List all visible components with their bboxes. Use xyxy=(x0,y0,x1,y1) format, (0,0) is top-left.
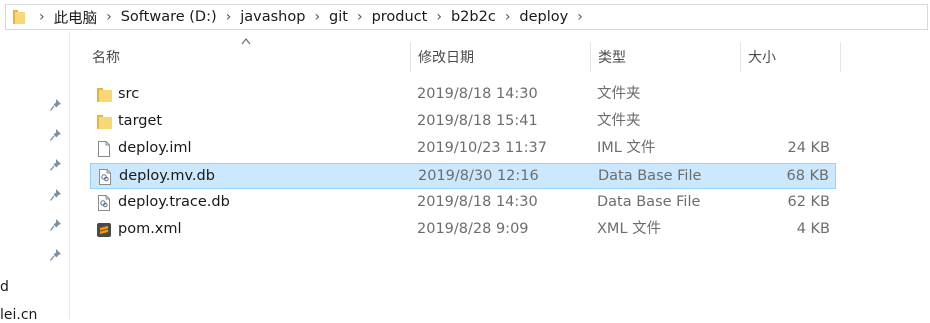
file-type: IML 文件 xyxy=(597,140,656,156)
file-row[interactable]: target 2019/8/18 15:41 文件夹 xyxy=(90,109,836,135)
file-date: 2019/8/30 12:16 xyxy=(418,168,539,184)
pin-icon[interactable] xyxy=(49,158,63,172)
breadcrumb: › 此电脑 › Software (D:) › javashop › git › product ›… xyxy=(32,5,590,29)
file-type: XML 文件 xyxy=(597,221,662,237)
file-name: pom.xml xyxy=(118,221,182,237)
file-type: 文件夹 xyxy=(597,113,641,129)
column-header-date[interactable]: 修改日期 xyxy=(418,42,590,72)
breadcrumb-item[interactable]: › Software (D:) xyxy=(99,5,219,29)
chevron-right-icon[interactable]: › xyxy=(429,9,449,25)
column-label: 大小 xyxy=(748,50,776,66)
file-name: deploy.iml xyxy=(118,140,192,156)
breadcrumb-item[interactable]: › product xyxy=(350,5,429,29)
breadcrumb-item[interactable]: › 此电脑 xyxy=(32,5,99,29)
file-name: deploy.mv.db xyxy=(119,168,215,184)
nav-item-partial[interactable]: lei.cn xyxy=(0,307,37,323)
breadcrumb-label: 此电脑 xyxy=(53,10,98,27)
column-label: 类型 xyxy=(598,50,626,66)
file-type: Data Base File xyxy=(598,168,702,184)
file-size: 4 KB xyxy=(796,221,830,237)
chevron-right-icon[interactable]: › xyxy=(99,9,119,25)
column-label: 修改日期 xyxy=(418,50,474,66)
breadcrumb-label: product xyxy=(371,9,428,25)
file-size: 68 KB xyxy=(786,168,829,184)
file-row[interactable]: deploy.iml 2019/10/23 11:37 IML 文件 24 KB xyxy=(90,136,836,162)
breadcrumb-item[interactable]: › deploy xyxy=(498,5,570,29)
column-header-size[interactable]: 大小 xyxy=(748,42,840,72)
file-row[interactable]: deploy.trace.db 2019/8/18 14:30 Data Base … xyxy=(90,190,836,216)
file-date: 2019/10/23 11:37 xyxy=(417,140,547,156)
file-date: 2019/8/18 14:30 xyxy=(417,86,538,102)
file-row[interactable]: deploy.mv.db 2019/8/30 12:16 Data Base Fil… xyxy=(90,163,836,189)
column-divider[interactable] xyxy=(740,42,741,72)
chevron-right-icon[interactable]: › xyxy=(570,9,590,25)
breadcrumb-label: Software (D:) xyxy=(120,9,217,25)
file-size: 62 KB xyxy=(787,194,830,210)
chevron-right-icon[interactable]: › xyxy=(219,9,239,25)
column-header-type[interactable]: 类型 xyxy=(598,42,740,72)
file-date: 2019/8/28 9:09 xyxy=(417,221,529,237)
file-type: 文件夹 xyxy=(597,86,641,102)
column-divider[interactable] xyxy=(410,42,411,72)
chevron-right-icon[interactable]: › xyxy=(498,9,518,25)
breadcrumb-label: b2b2c xyxy=(450,9,496,25)
file-name: target xyxy=(118,113,163,129)
file-row[interactable]: src 2019/8/18 14:30 文件夹 xyxy=(90,82,836,108)
file-name: src xyxy=(118,86,140,102)
file-size: 24 KB xyxy=(787,140,830,156)
pin-icon[interactable] xyxy=(49,98,63,112)
breadcrumb-label: javashop xyxy=(240,9,306,25)
address-bar[interactable]: › 此电脑 › Software (D:) › javashop › git › product ›… xyxy=(5,4,928,30)
pin-icon[interactable] xyxy=(49,248,63,262)
column-header-name[interactable]: 名称 xyxy=(92,42,410,72)
breadcrumb-label: deploy xyxy=(519,9,569,25)
breadcrumb-label: git xyxy=(329,9,348,25)
pin-icon[interactable] xyxy=(49,218,63,232)
nav-item-partial[interactable]: d xyxy=(0,279,9,295)
breadcrumb-item[interactable]: › b2b2c xyxy=(429,5,497,29)
file-name: deploy.trace.db xyxy=(118,194,230,210)
pin-icon[interactable] xyxy=(49,128,63,142)
file-date: 2019/8/18 15:41 xyxy=(417,113,538,129)
breadcrumb-item[interactable]: › javashop xyxy=(219,5,308,29)
chevron-right-icon[interactable]: › xyxy=(350,9,370,25)
column-divider[interactable] xyxy=(840,42,841,72)
file-row[interactable]: pom.xml 2019/8/28 9:09 XML 文件 4 KB xyxy=(90,217,836,243)
folder-icon xyxy=(12,9,26,29)
chevron-right-icon[interactable]: › xyxy=(32,9,52,25)
column-label: 名称 xyxy=(92,50,120,66)
file-date: 2019/8/18 14:30 xyxy=(417,194,538,210)
chevron-right-icon[interactable]: › xyxy=(307,9,327,25)
file-type: Data Base File xyxy=(597,194,701,210)
breadcrumb-item[interactable]: › git xyxy=(307,5,350,29)
pin-icon[interactable] xyxy=(49,188,63,202)
navigation-pane[interactable]: d lei.cn xyxy=(0,31,70,323)
column-divider[interactable] xyxy=(590,42,591,72)
